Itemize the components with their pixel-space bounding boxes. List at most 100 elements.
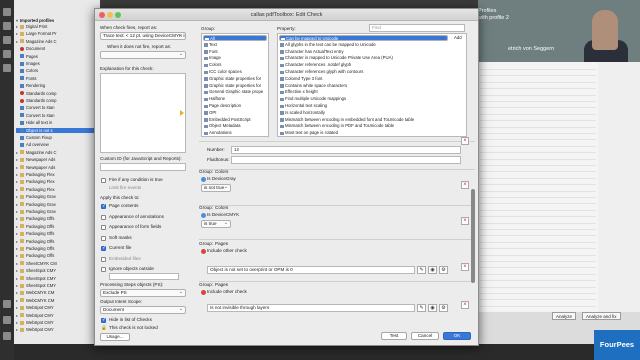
lock-icon[interactable]: 🔒 [101,325,107,331]
group-item[interactable]: Font [203,49,267,55]
tree-item[interactable]: ▸ Packaging Offs [16,246,100,251]
tree-item[interactable]: Document [16,46,100,51]
property-item[interactable]: Is scaled horizontally [279,110,448,116]
list-item[interactable] [480,250,596,256]
property-item[interactable]: Most text on page is rotated [279,130,448,136]
group-item[interactable]: ICC color spaces [203,69,267,75]
select-icon[interactable]: ◉ [428,304,437,312]
close-window-icon[interactable] [99,12,105,18]
tree-item[interactable]: ▸ Packaging Offs [16,216,100,221]
tree-item[interactable]: ▸ Packaging Grav [16,202,100,207]
list-item[interactable] [480,166,596,173]
list-item[interactable] [480,109,596,115]
property-item[interactable]: Character references glyph with contours [279,69,448,75]
list-item[interactable] [480,230,596,237]
group-item[interactable]: Colors [203,62,267,68]
property-item[interactable]: Find multiple Unicode mappings [279,96,448,102]
apply-option-checkbox[interactable] [101,225,106,230]
test-button[interactable]: Test [381,332,407,340]
list-item[interactable] [480,179,596,186]
tree-item[interactable]: Hide all text in [16,120,100,125]
tree-item[interactable]: ▸ Packaging Flex [16,187,100,192]
analyze-and-fix-button[interactable]: Analyze and fix [582,312,621,320]
analyze-button[interactable]: Analyze [552,312,577,320]
expand-arrow-icon[interactable] [180,110,184,116]
zoom-window-icon[interactable] [115,12,121,18]
tree-item[interactable]: ▸ SheetCMYK CM [16,261,100,266]
tree-item[interactable]: ▸ Newspaper Ads [16,165,100,170]
property-item[interactable]: Contains white space characters [279,83,448,89]
list-item[interactable] [480,115,596,122]
tree-item[interactable]: ▸ Packaging Offs [16,231,100,236]
property-search-field[interactable]: Find [369,24,465,32]
group4-check-field[interactable]: Is not invisible through layers [207,304,415,312]
list-item[interactable] [480,134,596,141]
property-item[interactable]: Can be mapped to Unicode [279,35,448,42]
tree-item[interactable]: ▸ SheetSpot CMY [16,268,100,273]
remove-condition-icon[interactable]: × [461,137,469,145]
list-item[interactable] [480,224,596,230]
property-item[interactable]: Mismatch between encoding in embedded fo… [279,117,448,123]
tree-item[interactable]: ▸ Packaging Flex [16,179,100,184]
apply-option-checkbox[interactable] [101,245,106,251]
list-item[interactable] [480,294,596,301]
tree-item[interactable]: ▸ Magazine Ads C [16,150,100,155]
property-item[interactable]: Horizontal text scaling [279,103,448,109]
property-item[interactable]: Character is mapped to Unicode Private U… [279,55,448,61]
not-fires-select[interactable] [100,51,186,59]
fluid-field[interactable] [231,156,461,164]
tree-item[interactable]: ▸ Digital Print [16,24,100,29]
tree-item[interactable]: Colors [16,68,100,73]
list-item[interactable] [480,262,596,269]
toolbar-icon[interactable] [3,300,11,308]
list-item[interactable] [480,64,596,70]
ok-button[interactable]: OK [443,332,471,340]
tree-item[interactable]: Images [16,61,100,66]
processing-steps-select[interactable]: Exclude PS [100,289,186,297]
toolbar-icon[interactable] [3,332,11,340]
report-as-select[interactable]: Trace text: < 12 pt. using DeviceCMYK is… [100,32,186,40]
property-item[interactable]: Mismatch between encoding in PDF and ToU… [279,123,448,129]
conditions-scrollbar[interactable] [471,189,475,283]
edit-icon[interactable]: ✎ [417,304,426,312]
tree-item[interactable]: Custom Fixup [16,135,100,140]
toolbar-icon[interactable] [3,8,11,16]
list-item[interactable] [480,77,596,83]
group-item[interactable]: Object Metadata [203,123,267,129]
list-item[interactable] [480,192,596,198]
apply-option-checkbox[interactable] [101,267,106,272]
list-item[interactable] [480,154,596,160]
toolbar-icon[interactable] [3,316,11,324]
group-item[interactable]: All [203,35,267,42]
property-item[interactable]: Effective x height [279,89,448,95]
usage-button[interactable]: Usage... [100,333,130,341]
apply-option-checkbox[interactable] [101,256,106,262]
fix-icon[interactable]: ⚙ [439,304,448,312]
explanation-textarea[interactable] [100,73,186,153]
group2-operator-select[interactable]: is true [201,220,231,228]
toolbar-icon[interactable] [3,22,11,30]
tree-item[interactable]: Object is not s [16,127,100,133]
tree-item[interactable]: Pages [16,54,100,59]
property-item[interactable]: All glyphs in the text can be mapped to … [279,42,448,48]
list-item[interactable] [480,243,596,250]
list-item[interactable] [480,173,596,179]
list-item[interactable] [480,102,596,109]
minimize-window-icon[interactable] [107,12,113,18]
tree-item[interactable]: ▸ Large Format Pr [16,31,100,36]
property-item[interactable]: Character references .notdef glyph [279,62,448,68]
list-item[interactable] [480,83,596,90]
ignore-outside-field[interactable] [109,273,179,280]
tree-item[interactable]: Standards comp [16,91,100,96]
group-item[interactable]: Graphic state properties for [203,83,267,89]
list-item[interactable] [480,96,596,102]
list-item[interactable] [480,237,596,243]
tree-item[interactable]: ▸ Packaging Flex [16,172,100,177]
group-item[interactable]: OPI [203,110,267,116]
list-item[interactable] [480,122,596,128]
list-item[interactable] [480,141,596,147]
toolbar-icon[interactable] [3,36,11,44]
property-item[interactable]: Character has ActualText entry [279,49,448,55]
group-item[interactable]: Page description [203,103,267,109]
tree-item[interactable]: ▸ Packaging Grav [16,194,100,199]
